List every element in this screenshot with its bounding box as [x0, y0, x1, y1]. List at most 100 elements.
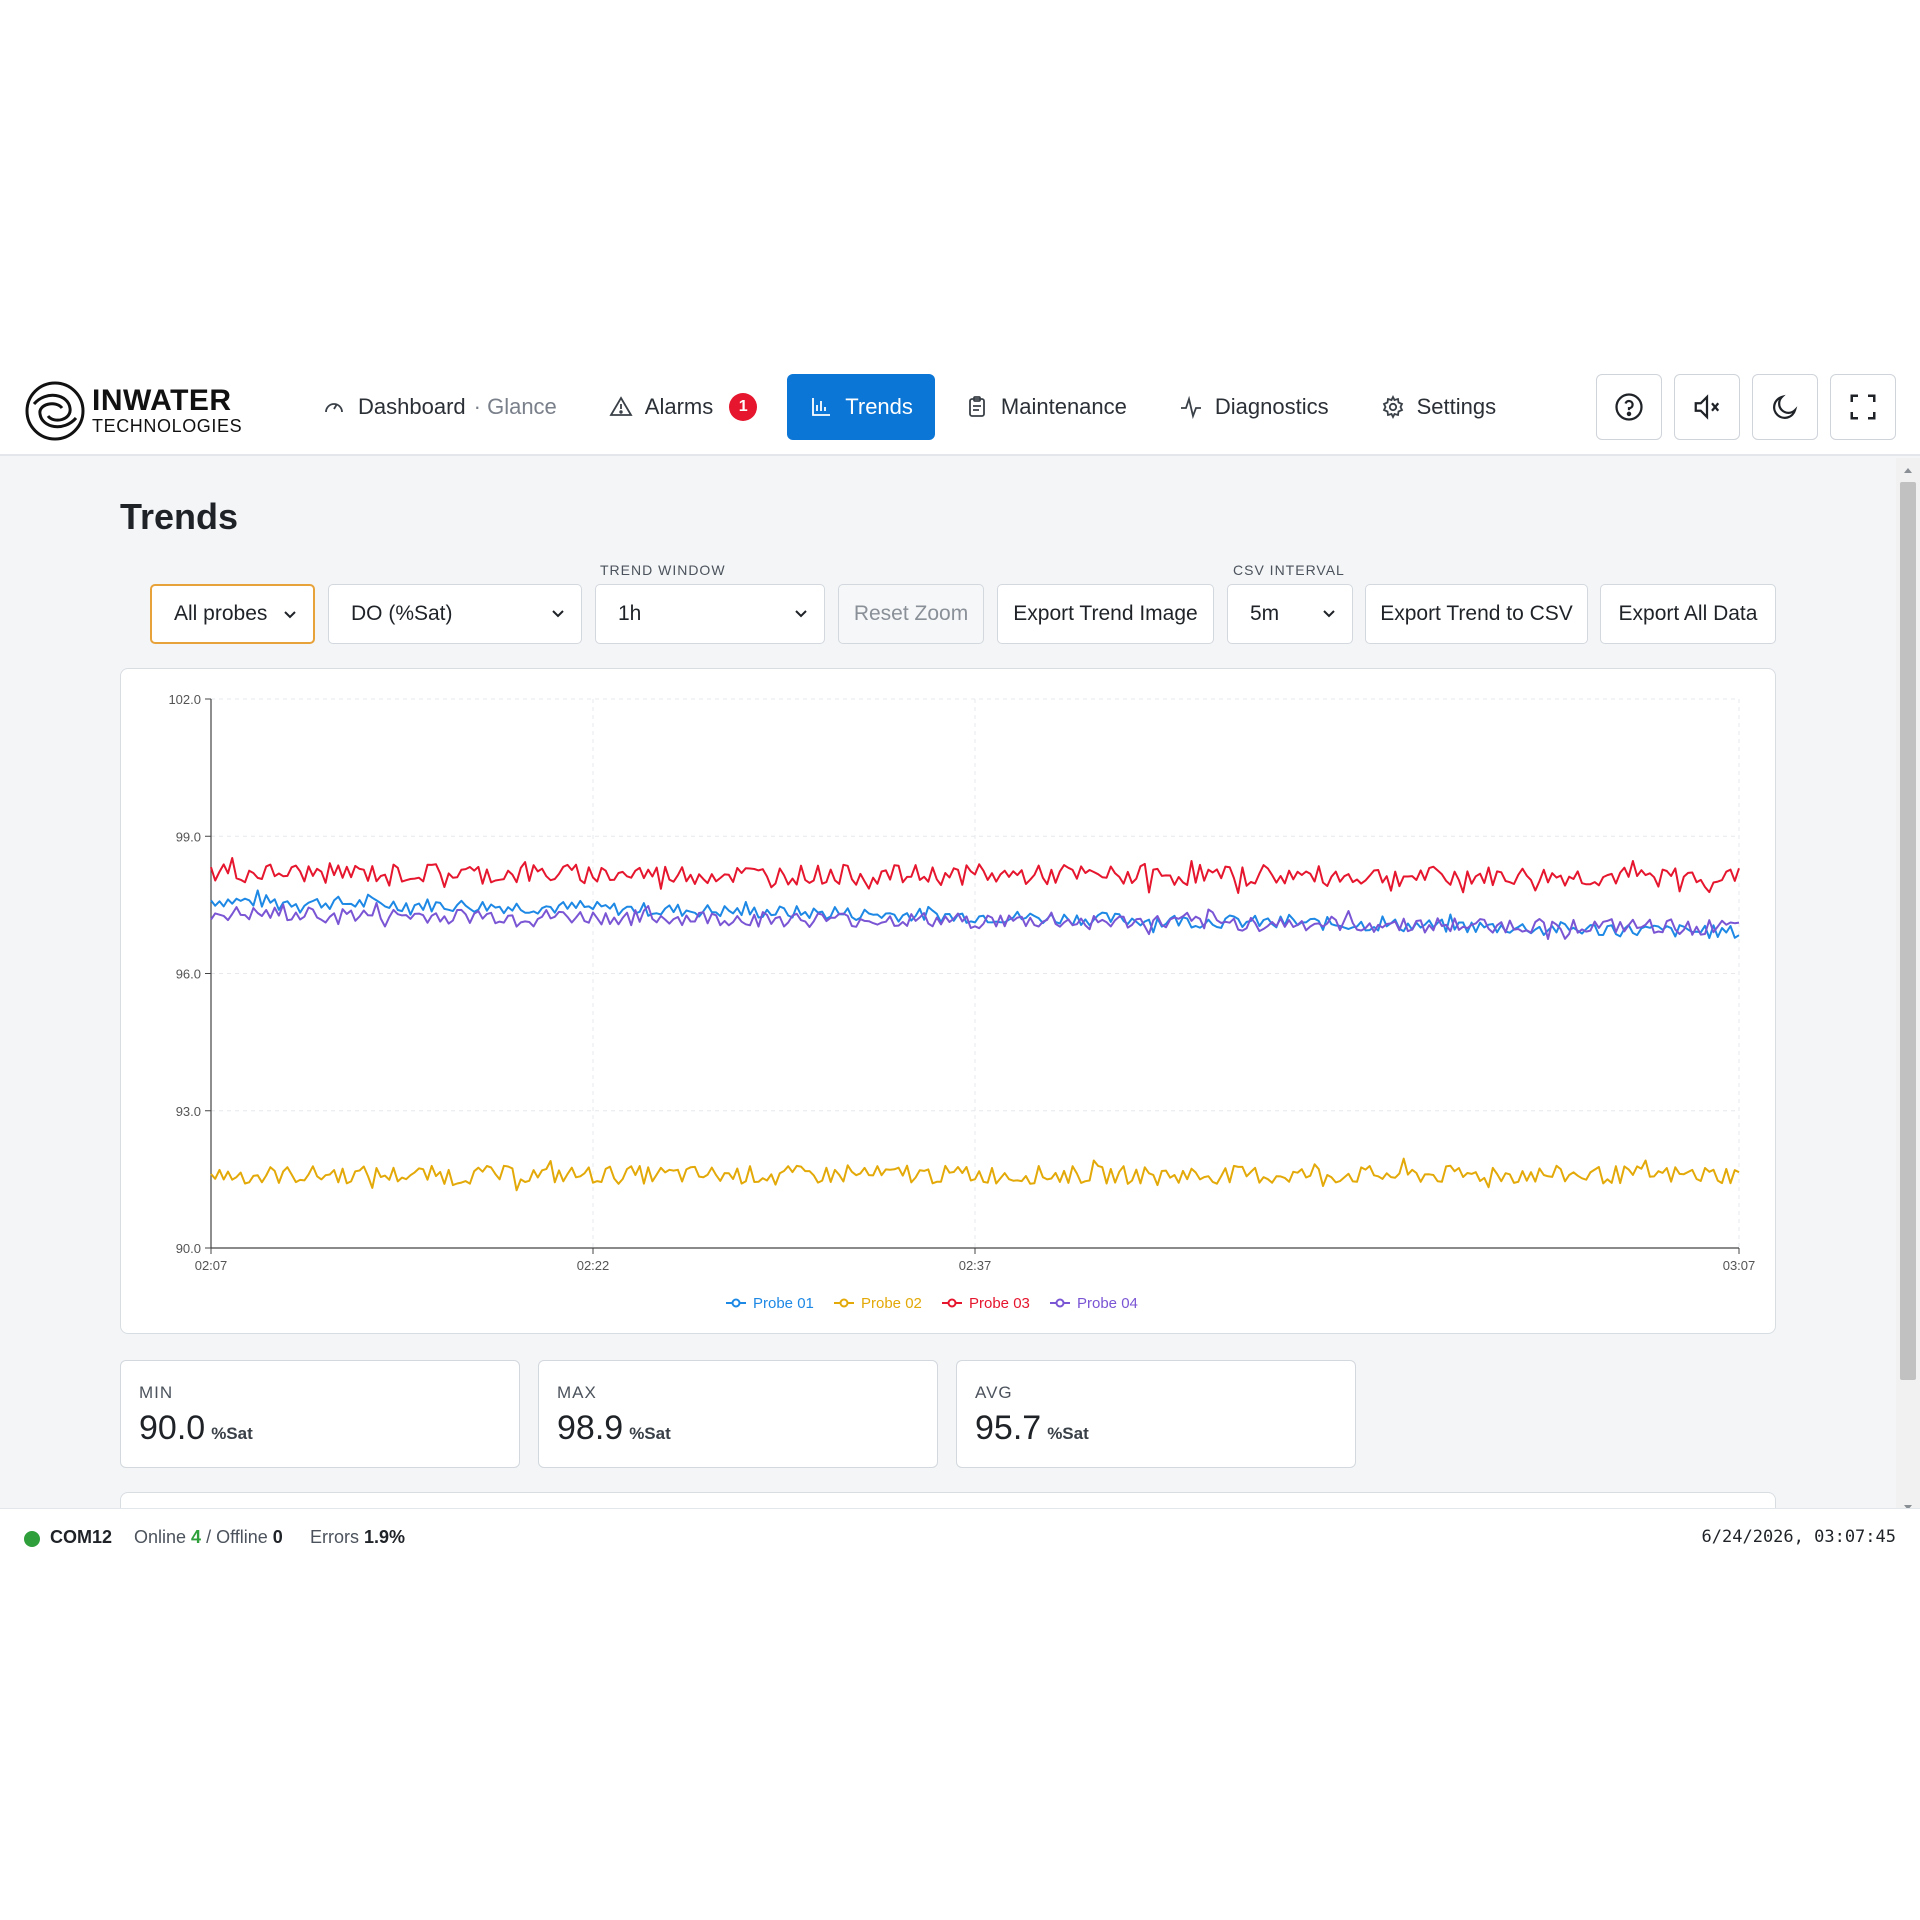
legend-label-probe-03: Probe 03 [969, 1295, 1030, 1312]
metric-select[interactable]: DO (%Sat) [328, 584, 582, 644]
status-clock: 6/24/2026, 03:07:45 [1701, 1527, 1896, 1547]
x-tick-label: 02:22 [577, 1258, 610, 1273]
errors-value: 1.9% [364, 1527, 406, 1547]
legend-label-probe-02: Probe 02 [861, 1295, 922, 1312]
chevron-down-icon [1323, 610, 1335, 618]
y-tick-label: 96.0 [176, 967, 201, 982]
help-button[interactable] [1596, 374, 1662, 440]
clipboard-icon [969, 396, 985, 417]
stat-max-card: MAX 98.9 %Sat [538, 1360, 938, 1468]
connection-status-dot [24, 1531, 40, 1547]
status-bar: COM12 Online 4 / Offline 0 Errors 1.9% 6… [0, 1508, 1920, 1568]
nav-diagnostics[interactable]: Diagnostics [1157, 374, 1351, 440]
x-tick-label: 03:07 [1723, 1258, 1756, 1273]
brand-subtitle: TECHNOLOGIES [92, 416, 243, 436]
y-tick-label: 93.0 [176, 1104, 201, 1119]
nav-alarms[interactable]: Alarms 1 [587, 374, 779, 440]
series-line-probe-01 [210, 889, 1740, 940]
export-trend-csv-button[interactable]: Export Trend to CSV [1365, 584, 1588, 644]
online-label: Online [134, 1527, 187, 1547]
errors-label: Errors [310, 1527, 359, 1547]
gear-icon [1382, 395, 1403, 419]
nav-trends[interactable]: Trends [787, 374, 935, 440]
chevron-down-icon [795, 610, 807, 618]
csv-interval-value: 5m [1250, 602, 1280, 625]
y-tick-label: 90.0 [176, 1241, 201, 1256]
stat-min-unit: %Sat [211, 1424, 253, 1443]
legend-label-probe-04: Probe 04 [1077, 1295, 1138, 1312]
probe-online-summary: Online 4 / Offline 0 [134, 1527, 283, 1548]
alarm-count-badge: 1 [729, 393, 758, 421]
nav-diagnostics-label: Diagnostics [1214, 394, 1329, 419]
csv-interval-label: CSV INTERVAL [1233, 562, 1345, 578]
nav-dashboard-mode: · Glance [473, 394, 557, 419]
serial-port: COM12 [50, 1527, 113, 1547]
trend-chart-card: 90.0 93.0 96.0 99.0 102.0 02:07 02:22 02:37 03:0… [120, 668, 1776, 1334]
help-icon [1615, 393, 1643, 421]
mute-button[interactable] [1674, 374, 1740, 440]
scroll-thumb[interactable] [1900, 482, 1916, 1380]
brand-name: INWATER [92, 384, 232, 417]
stat-max-value: 98.9 [557, 1409, 624, 1447]
app-window: INWATER TECHNOLOGIES Dashboard · Glance … [0, 368, 1920, 1568]
fullscreen-button[interactable] [1830, 374, 1896, 440]
legend-marker-probe-01 [731, 1298, 741, 1308]
trend-chart[interactable]: 90.0 93.0 96.0 99.0 102.0 02:07 02:22 02:37 03:0… [121, 669, 1777, 1335]
nav-maintenance[interactable]: Maintenance [943, 374, 1149, 440]
export-all-data-button[interactable]: Export All Data [1600, 584, 1776, 644]
error-rate: Errors 1.9% [310, 1527, 405, 1548]
nav-maintenance-label: Maintenance [1000, 394, 1127, 419]
trend-window-value: 1h [618, 602, 642, 625]
csv-interval-select[interactable]: 5m [1227, 584, 1353, 644]
export-trend-image-button[interactable]: Export Trend Image [997, 584, 1214, 644]
legend-marker-probe-03 [947, 1298, 957, 1308]
probe-select[interactable]: All probes [150, 584, 315, 644]
nav-trends-label: Trends [845, 394, 913, 419]
y-tick-label: 102.0 [168, 692, 201, 707]
scrollbar[interactable] [1896, 458, 1920, 1520]
stat-max-label: MAX [557, 1383, 597, 1402]
top-header: INWATER TECHNOLOGIES Dashboard · Glance … [0, 368, 1920, 456]
trend-window-label: TREND WINDOW [600, 562, 726, 578]
trend-window-select[interactable]: 1h [595, 584, 825, 644]
nav-settings[interactable]: Settings [1359, 374, 1519, 440]
nav-alarms-label: Alarms [644, 394, 714, 419]
gauge-icon [325, 403, 343, 413]
nav-settings-label: Settings [1416, 394, 1497, 419]
x-tick-label: 02:37 [959, 1258, 992, 1273]
stat-max-unit: %Sat [629, 1424, 671, 1443]
legend-label-probe-01: Probe 01 [753, 1295, 814, 1312]
chevron-down-icon [284, 611, 296, 619]
offline-count: 0 [272, 1527, 283, 1547]
warning-triangle-icon [609, 396, 633, 416]
chevron-down-icon [552, 610, 564, 618]
main-nav: Dashboard · Glance Alarms 1 Trends Maint… [300, 374, 1526, 440]
stat-avg-label: AVG [975, 1383, 1013, 1402]
moon-icon [1773, 394, 1798, 419]
probe-select-value: All probes [174, 602, 268, 625]
legend-marker-probe-04 [1055, 1298, 1065, 1308]
fullscreen-icon [1850, 394, 1876, 420]
metric-select-value: DO (%Sat) [351, 602, 453, 625]
reset-zoom-button[interactable]: Reset Zoom [838, 584, 984, 644]
x-tick-label: 02:07 [195, 1258, 228, 1273]
scroll-up-arrow-icon[interactable] [1896, 462, 1920, 478]
stat-avg-unit: %Sat [1047, 1424, 1089, 1443]
theme-toggle-button[interactable] [1752, 374, 1818, 440]
pulse-icon [1180, 395, 1201, 419]
stat-avg-value: 95.7 [975, 1409, 1042, 1447]
brand-logo: INWATER TECHNOLOGIES [24, 378, 254, 444]
online-count: 4 [191, 1527, 202, 1547]
stat-avg-card: AVG 95.7 %Sat [956, 1360, 1356, 1468]
stat-min-label: MIN [139, 1383, 174, 1402]
legend-marker-probe-02 [839, 1298, 849, 1308]
bar-chart-icon [812, 398, 831, 416]
speaker-muted-icon [1694, 394, 1720, 420]
nav-dashboard-label: Dashboard [358, 394, 466, 419]
header-actions [1596, 374, 1908, 440]
y-tick-label: 99.0 [176, 829, 201, 844]
brand-swirl-icon [25, 381, 85, 441]
stat-min-card: MIN 90.0 %Sat [120, 1360, 520, 1468]
stat-min-value: 90.0 [139, 1409, 206, 1447]
nav-dashboard[interactable]: Dashboard · Glance [300, 374, 579, 440]
